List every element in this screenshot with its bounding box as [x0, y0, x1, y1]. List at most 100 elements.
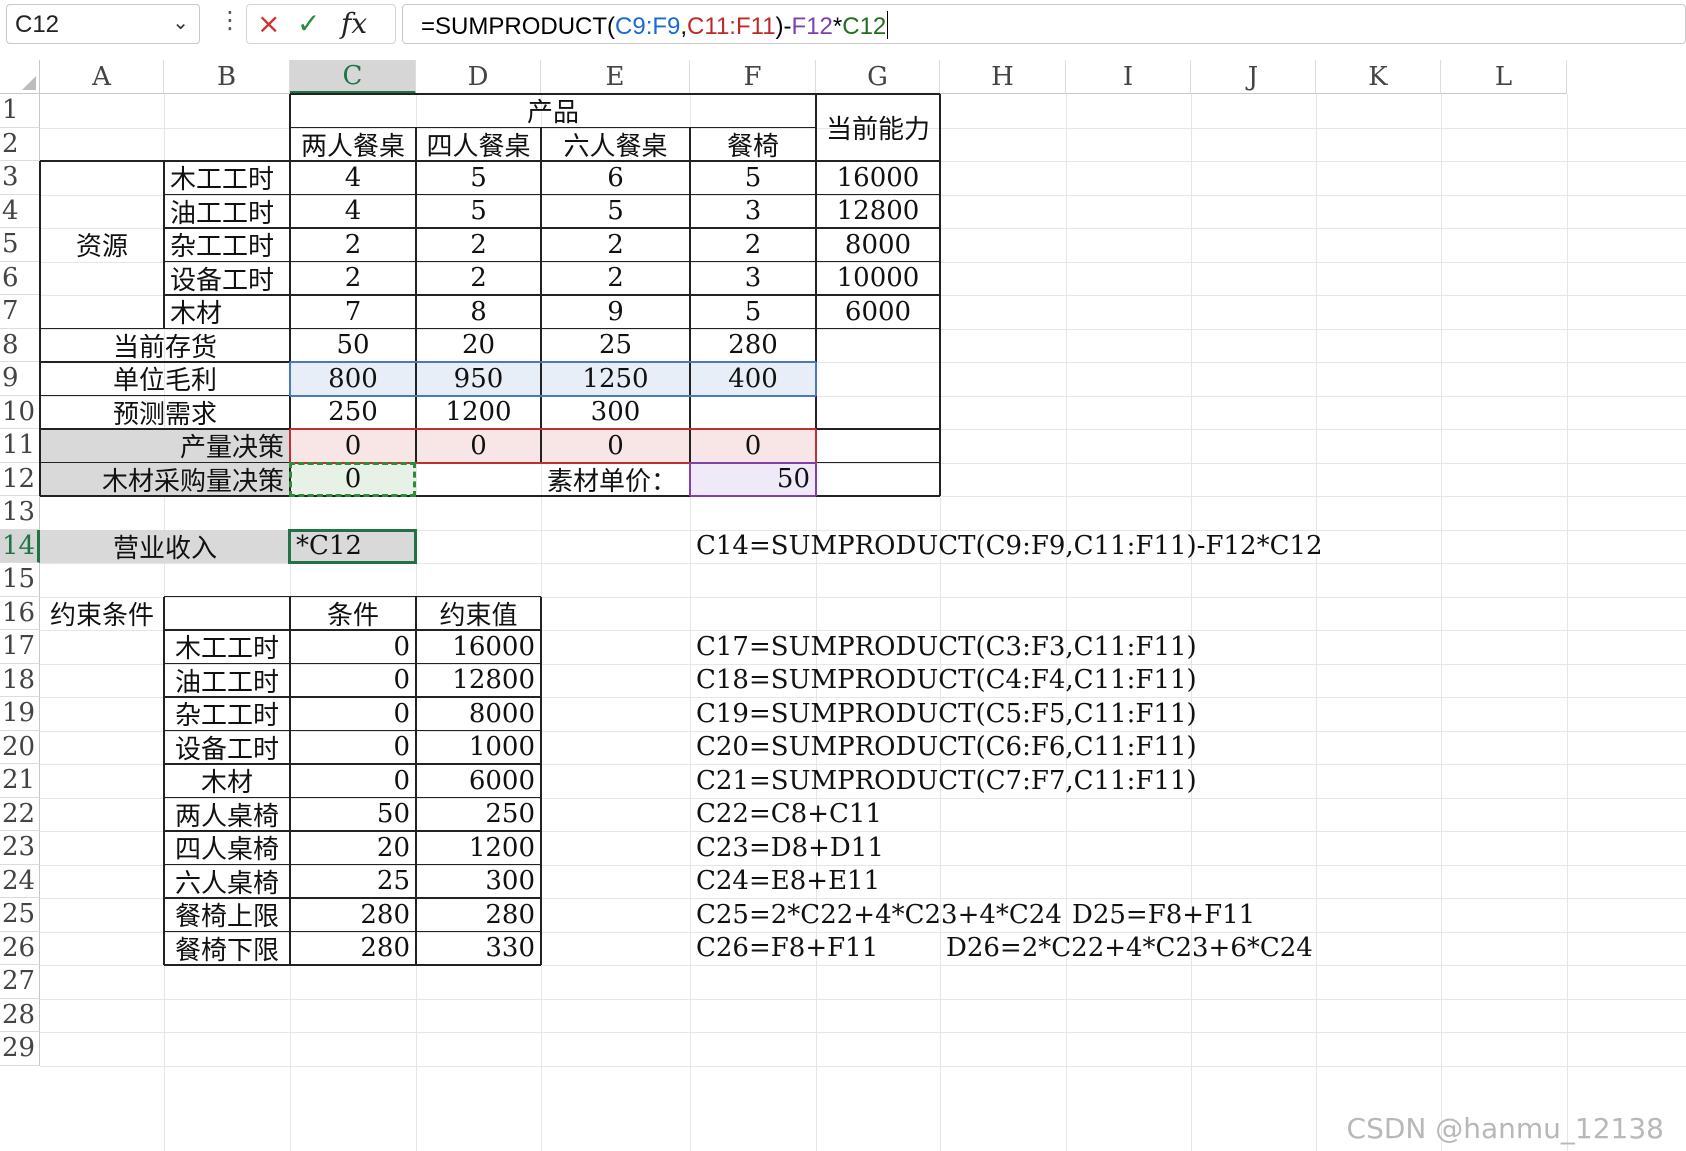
row-header-15[interactable]: 15 — [0, 563, 40, 597]
constraint-name[interactable]: 六人桌椅 — [164, 865, 290, 899]
inventory-value[interactable]: 280 — [690, 329, 816, 363]
constraint-condition[interactable]: 280 — [290, 932, 416, 966]
resource-value[interactable]: 5 — [541, 195, 690, 229]
column-header-b[interactable]: B — [164, 60, 290, 94]
row-header-23[interactable]: 23 — [0, 831, 40, 865]
row-header-14[interactable]: 14 — [0, 529, 40, 563]
constraint-limit[interactable]: 1200 — [416, 831, 541, 865]
row-header-26[interactable]: 26 — [0, 931, 40, 965]
margin-value[interactable]: 800 — [290, 362, 416, 396]
constraint-limit[interactable]: 250 — [416, 798, 541, 832]
demand-value[interactable]: 300 — [541, 396, 690, 430]
demand-label[interactable]: 预测需求 — [40, 396, 290, 430]
constraint-formula-note[interactable]: C24=E8+E11 — [690, 865, 1210, 899]
constraint-formula-note-2[interactable]: D26=2*C22+4*C23+6*C24 — [940, 932, 1340, 966]
row-header-9[interactable]: 9 — [0, 362, 40, 396]
resource-value[interactable]: 5 — [416, 195, 541, 229]
resource-value[interactable]: 2 — [290, 262, 416, 296]
resource-value[interactable]: 5 — [416, 161, 541, 195]
revenue-formula-note[interactable]: C14=SUMPRODUCT(C9:F9,C11:F11)-F12*C12 — [690, 530, 1390, 564]
constraints-label[interactable]: 约束条件 — [40, 597, 164, 631]
row-header-17[interactable]: 17 — [0, 630, 40, 664]
row-header-22[interactable]: 22 — [0, 797, 40, 831]
resource-value[interactable]: 7 — [290, 295, 416, 329]
constraint-formula-note[interactable]: C23=D8+D11 — [690, 831, 1210, 865]
row-header-13[interactable]: 13 — [0, 496, 40, 530]
resource-value[interactable]: 5 — [690, 295, 816, 329]
inventory-value[interactable]: 25 — [541, 329, 690, 363]
constraint-condition[interactable]: 0 — [290, 731, 416, 765]
row-header-27[interactable]: 27 — [0, 965, 40, 999]
decision-value[interactable]: 0 — [541, 429, 690, 463]
row-header-2[interactable]: 2 — [0, 127, 40, 161]
resource-name[interactable]: 油工工时 — [164, 195, 290, 229]
constraint-name[interactable]: 木材 — [164, 764, 290, 798]
select-all-corner[interactable] — [0, 60, 40, 94]
constraint-limit[interactable]: 12800 — [416, 664, 541, 698]
constraint-name[interactable]: 四人桌椅 — [164, 831, 290, 865]
column-header-k[interactable]: K — [1316, 60, 1441, 94]
row-header-6[interactable]: 6 — [0, 261, 40, 295]
column-header-i[interactable]: I — [1066, 60, 1191, 94]
resource-value[interactable]: 6 — [541, 161, 690, 195]
constraint-condition[interactable]: 20 — [290, 831, 416, 865]
capacity-value[interactable]: 16000 — [816, 161, 940, 195]
cancel-icon[interactable]: × — [257, 7, 280, 40]
capacity-value[interactable]: 8000 — [816, 228, 940, 262]
product-name[interactable]: 六人餐桌 — [541, 128, 690, 162]
resource-value[interactable]: 3 — [690, 195, 816, 229]
constraint-name[interactable]: 木工工时 — [164, 630, 290, 664]
resource-value[interactable]: 2 — [541, 228, 690, 262]
constraint-name[interactable]: 餐椅下限 — [164, 932, 290, 966]
fx-icon[interactable]: fx — [341, 7, 367, 40]
resource-name[interactable]: 木工工时 — [164, 161, 290, 195]
demand-value[interactable]: 250 — [290, 396, 416, 430]
row-header-25[interactable]: 25 — [0, 898, 40, 932]
constraint-formula-note-2[interactable]: D25=F8+F11 — [1066, 898, 1466, 932]
capacity-value[interactable]: 12800 — [816, 195, 940, 229]
constraint-name[interactable]: 餐椅上限 — [164, 898, 290, 932]
constraint-header[interactable]: 条件 — [290, 597, 416, 631]
product-name[interactable]: 餐椅 — [690, 128, 816, 162]
row-header-8[interactable]: 8 — [0, 328, 40, 362]
capacity-value[interactable]: 6000 — [816, 295, 940, 329]
capacity-value[interactable]: 10000 — [816, 262, 940, 296]
decision-value[interactable]: 0 — [416, 429, 541, 463]
decision-value[interactable]: 0 — [690, 429, 816, 463]
constraint-header[interactable]: 约束值 — [416, 597, 541, 631]
constraint-limit[interactable]: 6000 — [416, 764, 541, 798]
resource-value[interactable]: 8 — [416, 295, 541, 329]
resource-label[interactable]: 资源 — [40, 161, 164, 329]
wood-purchase-label[interactable]: 木材采购量决策 — [40, 463, 290, 497]
constraint-condition[interactable]: 0 — [290, 697, 416, 731]
resource-value[interactable]: 2 — [416, 228, 541, 262]
row-header-19[interactable]: 19 — [0, 697, 40, 731]
column-header-f[interactable]: F — [690, 60, 816, 94]
resource-value[interactable]: 5 — [690, 161, 816, 195]
row-header-10[interactable]: 10 — [0, 395, 40, 429]
constraint-limit[interactable]: 280 — [416, 898, 541, 932]
resource-value[interactable]: 2 — [690, 228, 816, 262]
row-header-20[interactable]: 20 — [0, 730, 40, 764]
constraint-condition[interactable]: 0 — [290, 664, 416, 698]
product-header[interactable]: 产品 — [290, 94, 816, 128]
margin-value[interactable]: 1250 — [541, 362, 690, 396]
row-header-5[interactable]: 5 — [0, 228, 40, 262]
resource-value[interactable]: 2 — [416, 262, 541, 296]
column-header-e[interactable]: E — [541, 60, 690, 94]
inventory-value[interactable]: 50 — [290, 329, 416, 363]
column-header-c[interactable]: C — [290, 60, 416, 94]
row-header-24[interactable]: 24 — [0, 864, 40, 898]
material-price-label[interactable]: 素材单价： — [541, 463, 690, 497]
row-header-3[interactable]: 3 — [0, 161, 40, 195]
margin-label[interactable]: 单位毛利 — [40, 362, 290, 396]
constraint-name[interactable]: 杂工工时 — [164, 697, 290, 731]
constraint-formula-note[interactable]: C17=SUMPRODUCT(C3:F3,C11:F11) — [690, 630, 1210, 664]
resource-value[interactable]: 2 — [541, 262, 690, 296]
demand-value[interactable] — [690, 396, 816, 430]
row-header-12[interactable]: 12 — [0, 462, 40, 496]
column-header-g[interactable]: G — [816, 60, 940, 94]
constraint-name[interactable]: 设备工时 — [164, 731, 290, 765]
constraint-limit[interactable]: 8000 — [416, 697, 541, 731]
constraint-condition[interactable]: 0 — [290, 630, 416, 664]
